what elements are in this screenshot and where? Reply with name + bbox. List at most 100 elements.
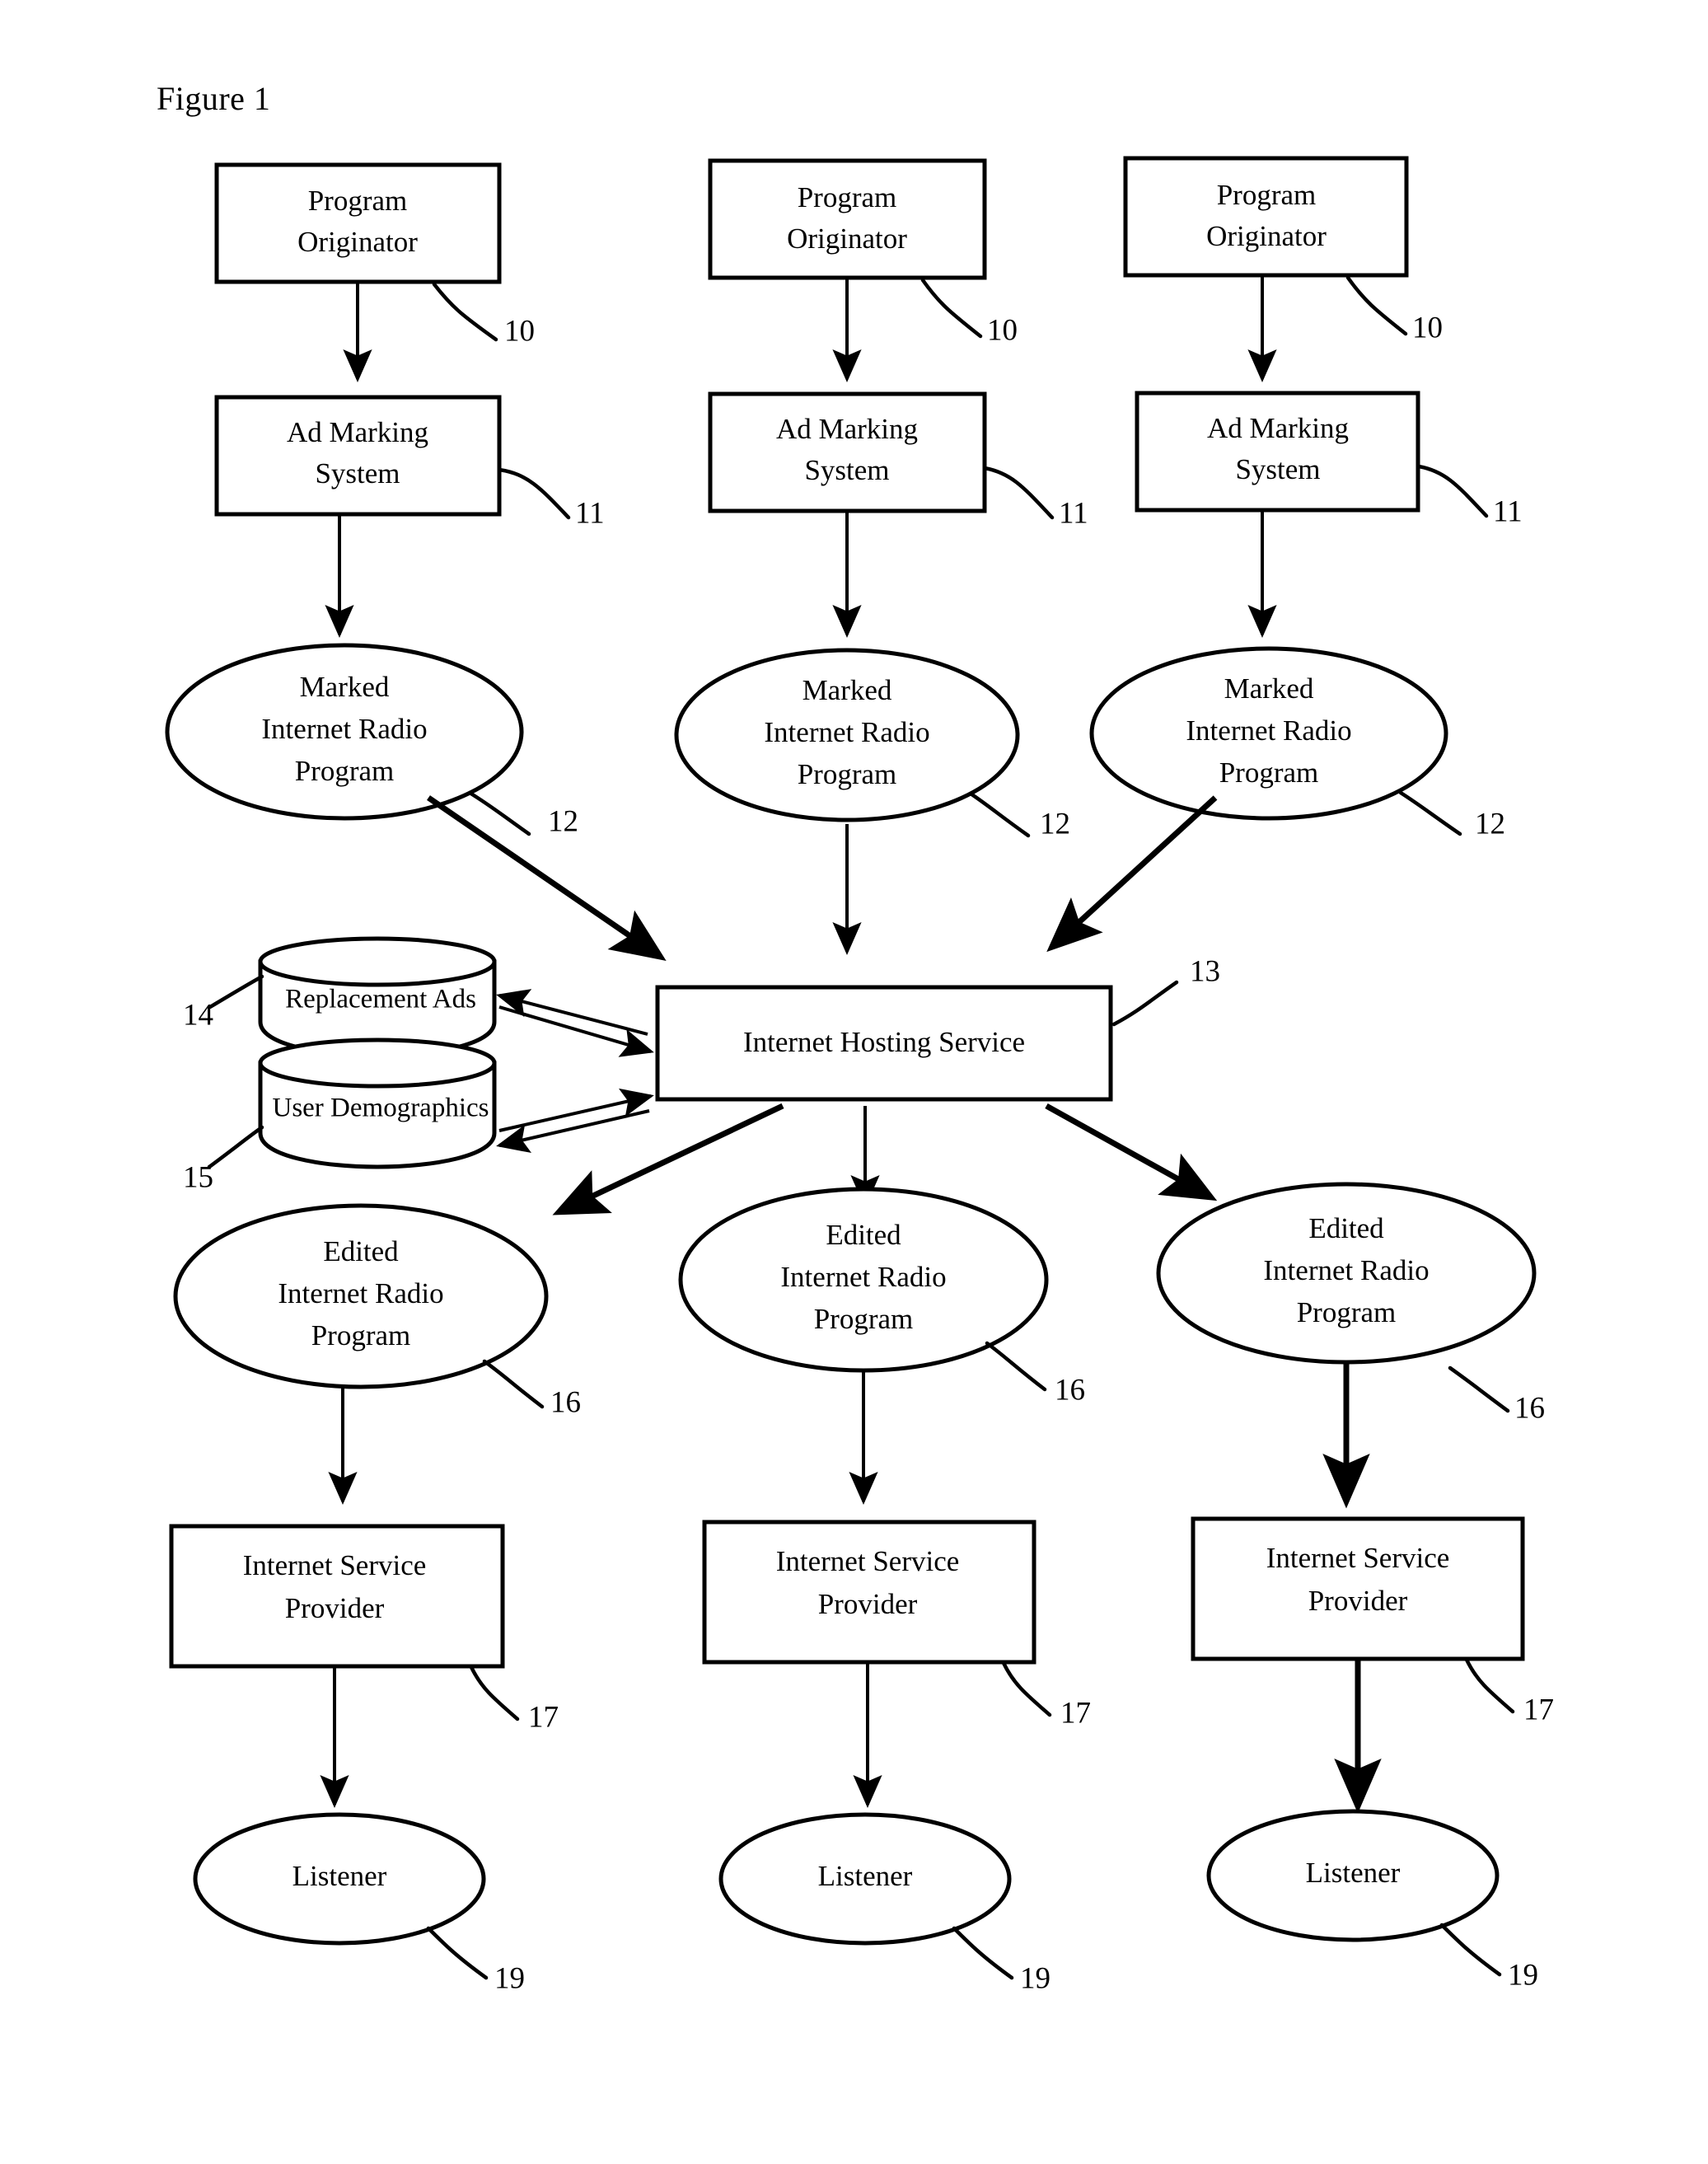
ref-numeral-19-col3: 19 bbox=[1508, 1958, 1538, 1992]
internet-hosting-service-label: Internet Hosting Service bbox=[743, 1026, 1025, 1058]
leader-line-11-col2 bbox=[982, 466, 1055, 520]
marked-program-label-line2-2: Internet Radio bbox=[764, 716, 929, 748]
program-originator-box-1: Program Originator bbox=[214, 162, 502, 284]
leader-line-11-col3 bbox=[1416, 464, 1489, 518]
leader-line-19-col3 bbox=[1439, 1923, 1502, 1977]
leader-line-17-col2 bbox=[1001, 1660, 1052, 1717]
internet-hosting-service-box: Internet Hosting Service bbox=[655, 985, 1113, 1102]
isp-label-line2-2: Provider bbox=[818, 1588, 918, 1620]
leader-line-13 bbox=[1111, 980, 1179, 1027]
leader-line-16-col2 bbox=[985, 1341, 1047, 1392]
isp-label-line2-1: Provider bbox=[285, 1592, 385, 1624]
edited-program-ellipse-2: Edited Internet Radio Program bbox=[678, 1187, 1049, 1373]
edited-program-label-line3-2: Program bbox=[814, 1303, 914, 1335]
leader-line-12-col2 bbox=[968, 791, 1031, 838]
marked-program-label-line1-3: Marked bbox=[1224, 672, 1314, 705]
arrow-hosting-to-user-demographics bbox=[496, 1109, 650, 1154]
leader-line-16-col1 bbox=[482, 1359, 545, 1409]
marked-program-label-line1-2: Marked bbox=[803, 674, 892, 706]
leader-line-14 bbox=[208, 974, 264, 1009]
ref-numeral-19-col1: 19 bbox=[494, 1961, 525, 1995]
marked-program-label-line3-2: Program bbox=[798, 758, 897, 790]
leader-line-17-col1 bbox=[469, 1665, 520, 1721]
ref-numeral-19-col2: 19 bbox=[1020, 1961, 1051, 1995]
arrow-hosting-to-edited-3 bbox=[1045, 1103, 1218, 1201]
ref-numeral-16-col2: 16 bbox=[1055, 1373, 1085, 1407]
patent-diagram: Program Originator 10 Ad Marking System … bbox=[165, 156, 1554, 1995]
arrow-marked1-to-hosting bbox=[427, 795, 667, 961]
ad-marking-system-box-3: Ad Marking System bbox=[1135, 391, 1420, 513]
ad-marking-system-label-line1-3: Ad Marking bbox=[1207, 412, 1349, 444]
isp-label-line1-3: Internet Service bbox=[1266, 1542, 1450, 1574]
listener-label-1: Listener bbox=[292, 1860, 387, 1892]
ad-marking-system-label-line2-2: System bbox=[804, 454, 889, 486]
listener-ellipse-2: Listener bbox=[718, 1812, 1012, 1946]
leader-line-11-col1 bbox=[497, 467, 571, 520]
marked-program-label-line1-1: Marked bbox=[300, 671, 390, 703]
edited-program-label-line3-3: Program bbox=[1297, 1296, 1397, 1328]
listener-label-2: Listener bbox=[818, 1860, 913, 1892]
edited-program-ellipse-3: Edited Internet Radio Program bbox=[1156, 1182, 1537, 1365]
internet-service-provider-box-3: Internet Service Provider bbox=[1191, 1516, 1525, 1661]
edited-program-label-line1-2: Edited bbox=[826, 1219, 901, 1251]
ref-numeral-13: 13 bbox=[1190, 954, 1220, 988]
leader-line-15 bbox=[207, 1125, 264, 1169]
ad-marking-system-box-1: Ad Marking System bbox=[214, 395, 502, 517]
edited-program-label-line1-3: Edited bbox=[1308, 1212, 1384, 1244]
ref-numeral-11-col3: 11 bbox=[1493, 494, 1523, 528]
leader-line-12-col1 bbox=[467, 790, 531, 836]
arrow-user-demographics-to-hosting bbox=[498, 1088, 654, 1132]
leader-line-10-col2 bbox=[920, 278, 983, 339]
ref-numeral-10-col3: 10 bbox=[1412, 311, 1443, 344]
ref-numeral-11-col2: 11 bbox=[1059, 496, 1088, 530]
arrow-hosting-to-edited-1 bbox=[552, 1103, 784, 1215]
leader-line-19-col1 bbox=[426, 1926, 489, 1980]
user-demographics-cylinder: User Demographics bbox=[258, 1038, 497, 1169]
program-originator-box-2: Program Originator bbox=[708, 158, 987, 280]
internet-service-provider-box-2: Internet Service Provider bbox=[702, 1520, 1036, 1665]
program-originator-label-line2-2: Originator bbox=[787, 222, 907, 255]
leader-line-12-col3 bbox=[1398, 790, 1462, 836]
leader-line-10-col3 bbox=[1345, 275, 1408, 336]
internet-service-provider-box-1: Internet Service Provider bbox=[169, 1524, 505, 1669]
ref-numeral-15: 15 bbox=[183, 1160, 213, 1194]
marked-program-label-line3-1: Program bbox=[295, 755, 395, 787]
marked-program-label-line3-3: Program bbox=[1219, 756, 1319, 789]
ref-numeral-17-col1: 17 bbox=[528, 1700, 559, 1734]
arrow-marked3-to-hosting bbox=[1046, 795, 1218, 953]
ref-numeral-11-col1: 11 bbox=[575, 496, 605, 530]
replacement-ads-label: Replacement Ads bbox=[285, 985, 476, 1014]
leader-line-16-col3 bbox=[1448, 1365, 1510, 1413]
listener-label-3: Listener bbox=[1306, 1857, 1401, 1889]
ref-numeral-16-col3: 16 bbox=[1514, 1391, 1545, 1425]
ref-numeral-17-col2: 17 bbox=[1060, 1696, 1091, 1730]
ref-numeral-12-col2: 12 bbox=[1040, 807, 1070, 841]
program-originator-box-3: Program Originator bbox=[1123, 156, 1409, 278]
ref-numeral-10-col2: 10 bbox=[987, 313, 1018, 347]
marked-program-ellipse-2: Marked Internet Radio Program bbox=[674, 648, 1020, 822]
edited-program-label-line2-2: Internet Radio bbox=[780, 1261, 946, 1293]
program-originator-label-line1: Program bbox=[308, 185, 408, 217]
leader-line-10-col1 bbox=[432, 282, 498, 342]
program-originator-label-line2-3: Originator bbox=[1206, 220, 1327, 252]
ad-marking-system-label-line2-3: System bbox=[1235, 453, 1320, 485]
listener-ellipse-3: Listener bbox=[1206, 1809, 1500, 1942]
ref-numeral-10-col1: 10 bbox=[504, 314, 535, 348]
program-originator-label-line1-3: Program bbox=[1217, 179, 1317, 211]
user-demographics-label: User Demographics bbox=[272, 1094, 489, 1123]
leader-line-17-col3 bbox=[1464, 1657, 1515, 1714]
ref-numeral-12-col3: 12 bbox=[1475, 807, 1505, 841]
marked-program-label-line2-1: Internet Radio bbox=[261, 713, 427, 745]
ad-marking-system-label-line2-1: System bbox=[315, 457, 400, 489]
ref-numeral-16-col1: 16 bbox=[550, 1385, 581, 1419]
ad-marking-system-label-line1-1: Ad Marking bbox=[287, 416, 428, 448]
figure-page: Figure 1 Program Originator 10 Ad Markin… bbox=[0, 0, 1708, 2164]
marked-program-ellipse-3: Marked Internet Radio Program bbox=[1089, 646, 1448, 821]
ref-numeral-14: 14 bbox=[183, 998, 213, 1032]
marked-program-label-line2-3: Internet Radio bbox=[1186, 714, 1351, 747]
program-originator-label-line1-2: Program bbox=[798, 181, 897, 213]
ad-marking-system-label-line1-2: Ad Marking bbox=[776, 413, 918, 445]
isp-label-line1-1: Internet Service bbox=[243, 1549, 427, 1581]
leader-line-19-col2 bbox=[952, 1926, 1014, 1980]
edited-program-ellipse-1: Edited Internet Radio Program bbox=[173, 1203, 549, 1389]
